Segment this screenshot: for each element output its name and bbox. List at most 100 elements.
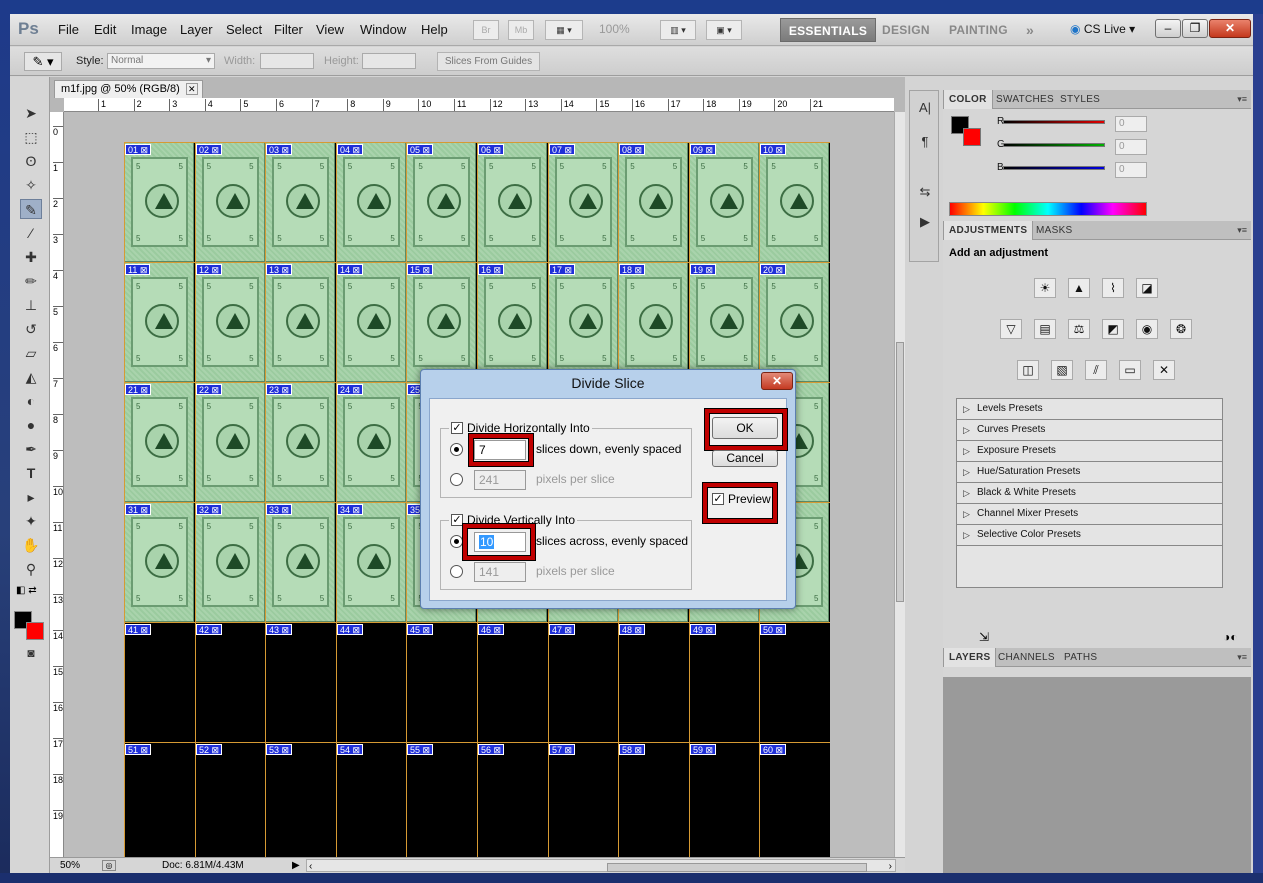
restore-button[interactable]: ❐ — [1182, 19, 1208, 38]
healing-brush-tool-icon[interactable]: ✚ — [20, 247, 42, 267]
color-spectrum-bar[interactable] — [949, 202, 1147, 216]
history-panel-icon[interactable]: ⇆ — [916, 183, 934, 201]
hue-saturation-icon[interactable]: ▤ — [1034, 319, 1056, 339]
width-input[interactable] — [260, 53, 314, 69]
channel-b-slider[interactable] — [1003, 166, 1105, 170]
pixels-per-slice-h-radio[interactable] — [450, 473, 463, 486]
channel-g-value[interactable]: 0 — [1115, 139, 1147, 155]
document-tab[interactable]: m1f.jpg @ 50% (RGB/8) ✕ — [54, 80, 203, 98]
slices-from-guides-button[interactable]: Slices From Guides — [437, 52, 540, 71]
panel-menu-icon[interactable]: ▾≡ — [1237, 652, 1247, 663]
path-selection-tool-icon[interactable]: ▸ — [20, 487, 42, 507]
horizontal-scrollbar[interactable]: ‹ › — [306, 859, 896, 872]
zoom-readout[interactable]: 50% — [60, 858, 80, 873]
height-input[interactable] — [362, 53, 416, 69]
dodge-tool-icon[interactable]: ● — [20, 415, 42, 435]
slices-down-radio[interactable] — [450, 443, 463, 456]
preset-channel-mixer[interactable]: ▷ Channel Mixer Presets — [957, 504, 1223, 525]
zoom-level[interactable]: 100% — [599, 22, 630, 36]
channel-g-slider[interactable] — [1003, 143, 1105, 147]
actions-panel-icon[interactable]: ▶ — [916, 213, 934, 231]
color-balance-icon[interactable]: ⚖ — [1068, 319, 1090, 339]
channel-r-value[interactable]: 0 — [1115, 116, 1147, 132]
clone-stamp-tool-icon[interactable]: ⊥ — [20, 295, 42, 315]
threshold-icon[interactable]: ⫽ — [1085, 360, 1107, 380]
black-white-icon[interactable]: ◩ — [1102, 319, 1124, 339]
tab-paths[interactable]: PATHS — [1059, 648, 1102, 667]
style-select[interactable]: Normal ▾ — [107, 53, 215, 69]
move-tool-icon[interactable]: ➤ — [20, 103, 42, 123]
menu-window[interactable]: Window — [360, 22, 406, 37]
color-bg-swatch[interactable] — [963, 128, 981, 146]
photo-filter-icon[interactable]: ◉ — [1136, 319, 1158, 339]
lasso-tool-icon[interactable]: ʘ — [20, 151, 42, 171]
menu-file[interactable]: File — [58, 22, 79, 37]
quick-mask-icon[interactable]: ◙ — [20, 643, 42, 663]
mini-bridge-button[interactable]: Mb — [508, 20, 534, 40]
status-arrow-icon[interactable]: ▶ — [292, 858, 300, 873]
preset-exposure[interactable]: ▷ Exposure Presets — [957, 441, 1223, 462]
close-window-button[interactable]: ✕ — [1209, 19, 1251, 38]
preset-black-white[interactable]: ▷ Black & White Presets — [957, 483, 1223, 504]
menu-help[interactable]: Help — [421, 22, 448, 37]
tab-layers[interactable]: LAYERS — [943, 648, 997, 667]
gradient-map-icon[interactable]: ▭ — [1119, 360, 1141, 380]
horizontal-scroll-thumb[interactable] — [607, 863, 867, 872]
menu-view[interactable]: View — [316, 22, 344, 37]
tab-swatches[interactable]: SWATCHES — [991, 90, 1059, 109]
pixels-per-slice-v-radio[interactable] — [450, 565, 463, 578]
scroll-right-icon[interactable]: › — [889, 859, 892, 874]
history-brush-tool-icon[interactable]: ↺ — [20, 319, 42, 339]
preset-hue-saturation[interactable]: ▷ Hue/Saturation Presets — [957, 462, 1223, 483]
invert-icon[interactable]: ◫ — [1017, 360, 1039, 380]
tab-masks[interactable]: MASKS — [1031, 221, 1078, 240]
return-to-list-icon[interactable]: ⇲ — [979, 630, 989, 644]
view-extras-icon[interactable]: ▦ ▾ — [545, 20, 583, 40]
shape-tool-icon[interactable]: ✦ — [20, 511, 42, 531]
channel-b-value[interactable]: 0 — [1115, 162, 1147, 178]
zoom-tool-icon[interactable]: ⚲ — [20, 559, 42, 579]
cs-live-menu[interactable]: ◉ CS Live ▾ — [1070, 22, 1135, 36]
panel-menu-icon[interactable]: ▾≡ — [1237, 94, 1247, 105]
workspace-more-icon[interactable]: » — [1026, 18, 1034, 42]
pen-tool-icon[interactable]: ✒ — [20, 439, 42, 459]
panel-menu-icon[interactable]: ▾≡ — [1237, 225, 1247, 236]
preset-levels[interactable]: ▷ Levels Presets — [957, 399, 1223, 420]
arrange-documents-icon[interactable]: ▥ ▾ — [660, 20, 696, 40]
divide-vertically-checkbox[interactable]: ✓ — [451, 514, 463, 526]
screen-mode-icon[interactable]: ▣ ▾ — [706, 20, 742, 40]
pixels-per-slice-v-input[interactable]: 141 — [474, 562, 526, 582]
character-panel-icon[interactable]: A| — [916, 99, 934, 117]
pixels-per-slice-h-input[interactable]: 241 — [474, 470, 526, 490]
preset-selective-color[interactable]: ▷ Selective Color Presets — [957, 525, 1223, 546]
channel-mixer-icon[interactable]: ❂ — [1170, 319, 1192, 339]
exposure-icon[interactable]: ◪ — [1136, 278, 1158, 298]
dialog-close-button[interactable]: ✕ — [761, 372, 793, 390]
workspace-painting[interactable]: PAINTING — [949, 18, 1008, 42]
curves-icon[interactable]: ⌇ — [1102, 278, 1124, 298]
default-colors-icon[interactable]: ◧ ⇄ — [16, 585, 37, 596]
slice-tool-preset-icon[interactable]: ✎ ▾ — [24, 52, 62, 71]
tab-color[interactable]: COLOR — [943, 90, 993, 109]
preset-curves[interactable]: ▷ Curves Presets — [957, 420, 1223, 441]
eyedropper-tool-icon[interactable]: ⁄ — [20, 223, 42, 243]
bridge-button[interactable]: Br — [473, 20, 499, 40]
magic-wand-tool-icon[interactable]: ✧ — [20, 175, 42, 195]
vibrance-icon[interactable]: ▽ — [1000, 319, 1022, 339]
type-tool-icon[interactable]: T — [20, 463, 42, 483]
workspace-essentials[interactable]: ESSENTIALS — [780, 18, 876, 42]
status-menu-icon[interactable]: ◎ — [102, 860, 116, 871]
eraser-tool-icon[interactable]: ▱ — [20, 343, 42, 363]
posterize-icon[interactable]: ▧ — [1051, 360, 1073, 380]
paint-bucket-tool-icon[interactable]: ◭ — [20, 367, 42, 387]
view-previous-state-icon[interactable]: ◑◐ — [1223, 630, 1238, 644]
vertical-scroll-thumb[interactable] — [896, 342, 904, 602]
tab-channels[interactable]: CHANNELS — [993, 648, 1060, 667]
background-color-swatch[interactable] — [26, 622, 44, 640]
hand-tool-icon[interactable]: ✋ — [20, 535, 42, 555]
slice-tool-icon[interactable]: ✎ — [20, 199, 42, 219]
tab-styles[interactable]: STYLES — [1055, 90, 1105, 109]
menu-edit[interactable]: Edit — [94, 22, 116, 37]
workspace-design[interactable]: DESIGN — [882, 18, 930, 42]
levels-icon[interactable]: ▲ — [1068, 278, 1090, 298]
